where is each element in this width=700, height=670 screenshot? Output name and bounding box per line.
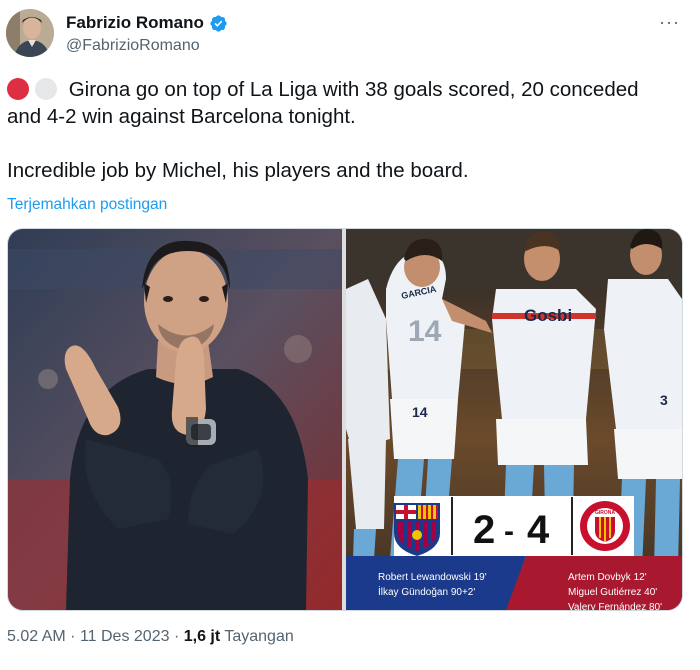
tweet-line-2: and 4-2 win against Barcelona tonight. — [7, 105, 356, 128]
score-separator-text: - — [504, 515, 514, 548]
home-scorer-2: İlkay Gündoğan 90+2' — [378, 585, 475, 598]
tweet-date[interactable]: 11 Des 2023 — [80, 628, 170, 645]
shorts-number-text: 14 — [412, 404, 428, 420]
girona-crest-icon: GIRONA — [580, 501, 630, 551]
white-circle-icon — [35, 78, 57, 100]
away-scorer-1: Artem Dovbyk 12' — [568, 572, 647, 583]
tweet-line-1: Girona go on top of La Liga with 38 goal… — [7, 76, 687, 103]
tweet-line-1-text: Girona go on top of La Liga with 38 goal… — [68, 78, 639, 101]
more-options-icon[interactable]: ··· — [659, 12, 680, 33]
meta-separator: · — [70, 628, 76, 645]
tweet-text: Girona go on top of La Liga with 38 goal… — [7, 76, 687, 184]
red-circle-icon — [7, 78, 29, 100]
away-score-text: 4 — [527, 508, 550, 552]
home-scorers-bar — [346, 556, 526, 610]
right-shorts-number-text: 3 — [660, 392, 668, 408]
home-scorer-1: Robert Lewandowski 19' — [378, 572, 487, 583]
jersey-number-big-text: 14 — [408, 315, 442, 348]
home-score-text: 2 — [473, 508, 495, 552]
view-count: 1,6 jt — [183, 628, 221, 645]
verified-badge-icon — [210, 14, 227, 32]
tweet-meta: 5.02 AM · 11 Des 2023 · 1,6 jt Tayangan — [7, 628, 294, 646]
meta-separator: · — [173, 628, 180, 645]
translate-post-link[interactable]: Terjemahkan postingan — [7, 196, 167, 214]
views-label: Tayangan — [224, 628, 294, 645]
tweet-line-3: Incredible job by Michel, his players an… — [7, 159, 469, 182]
away-scorer-3: Valery Fernández 80' — [568, 602, 662, 610]
away-scorer-2: Miguel Gutiérrez 40' — [568, 587, 657, 598]
media-grid[interactable]: GARCIA 14 14 Gosbi 3 2 - 4 GIRONA Robert… — [7, 228, 683, 611]
jersey-sponsor-text: Gosbi — [524, 306, 572, 325]
author-handle[interactable]: @FabrizioRomano — [66, 37, 200, 55]
profile-avatar — [6, 9, 54, 57]
coach-photo[interactable] — [8, 229, 342, 610]
avatar[interactable] — [6, 9, 54, 57]
tweet-time[interactable]: 5.02 AM — [7, 628, 66, 645]
author-name-row[interactable]: Fabrizio Romano — [66, 13, 228, 33]
players-photo[interactable]: GARCIA 14 14 Gosbi 3 2 - 4 GIRONA Robert… — [346, 229, 682, 610]
author-name[interactable]: Fabrizio Romano — [66, 13, 204, 33]
girona-crest-text: GIRONA — [595, 510, 615, 516]
